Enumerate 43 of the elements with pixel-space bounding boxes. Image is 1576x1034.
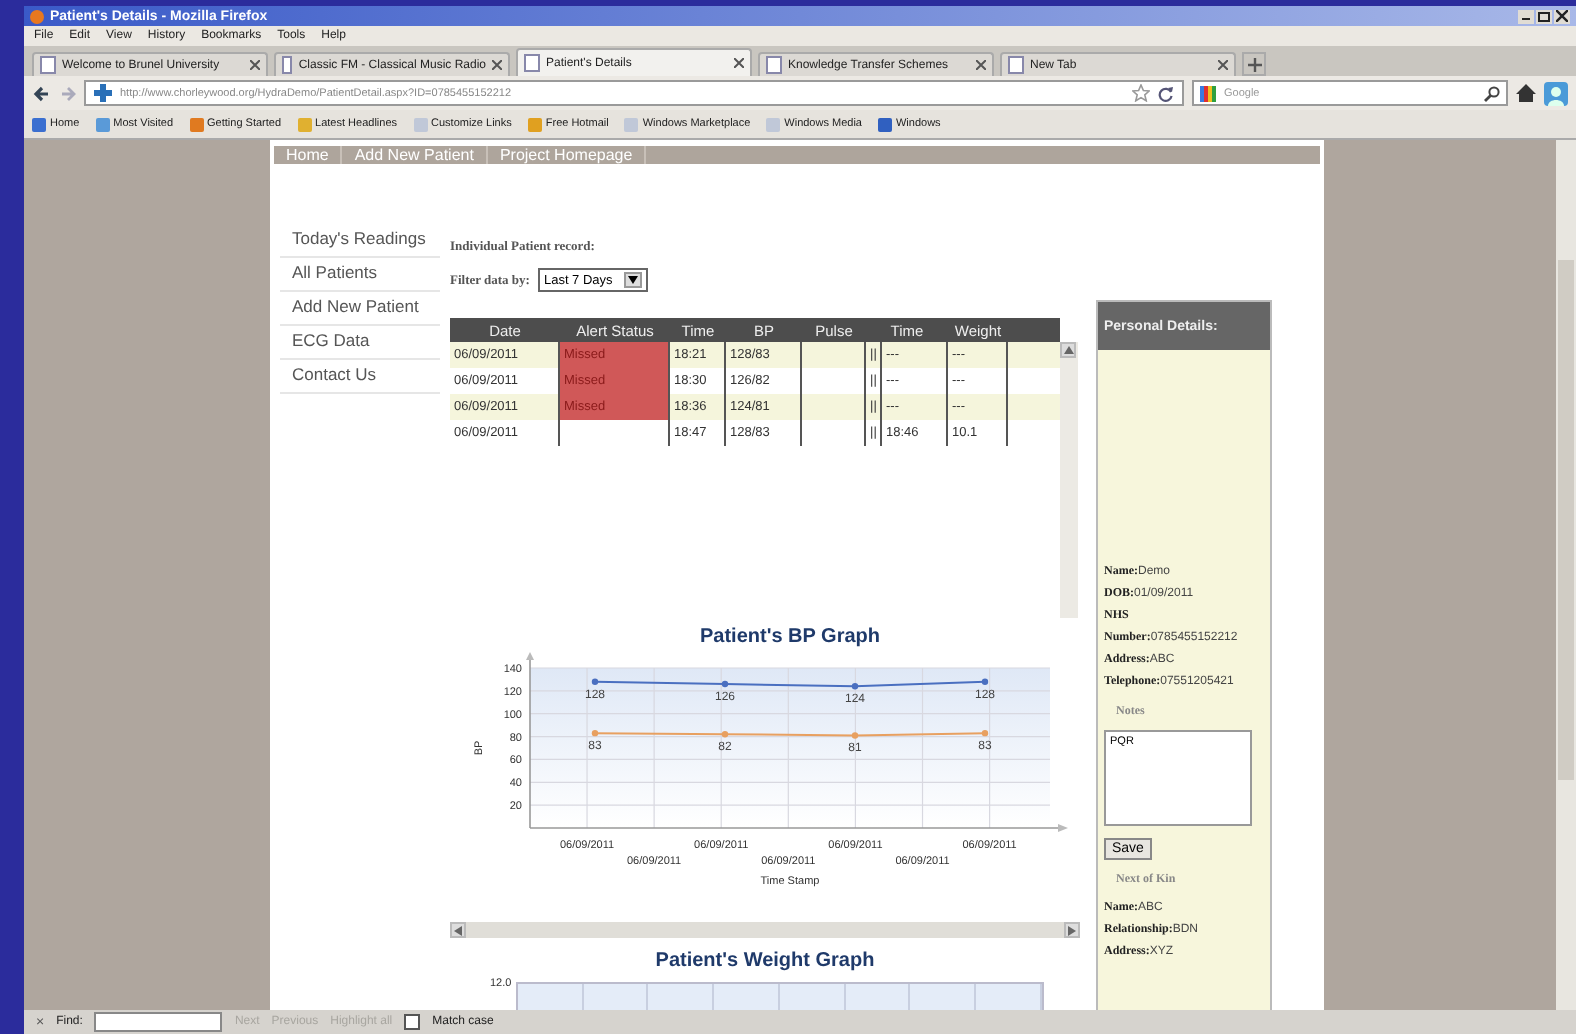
sidebar-item[interactable]: Contact Us bbox=[280, 360, 440, 394]
page-icon bbox=[524, 54, 540, 72]
reload-icon[interactable] bbox=[1158, 85, 1174, 101]
close-icon[interactable] bbox=[1554, 9, 1570, 23]
chart-title: Patient's BP Graph bbox=[700, 626, 880, 648]
close-icon[interactable] bbox=[976, 60, 986, 70]
chart-title: Patient's Weight Graph bbox=[653, 950, 877, 972]
maximize-icon[interactable] bbox=[1536, 9, 1552, 23]
sidebar-item[interactable]: Today's Readings bbox=[280, 224, 440, 258]
find-field[interactable] bbox=[94, 1012, 223, 1032]
scroll-right-button[interactable] bbox=[1064, 922, 1080, 938]
page-icon bbox=[766, 56, 782, 74]
star-icon[interactable] bbox=[1132, 84, 1150, 102]
close-icon[interactable] bbox=[250, 60, 260, 70]
scroll-up-button[interactable] bbox=[1060, 342, 1076, 358]
close-icon[interactable] bbox=[734, 58, 744, 68]
page-icon bbox=[40, 56, 56, 74]
sidebar-item[interactable]: Add New Patient bbox=[280, 292, 440, 326]
data-point bbox=[981, 729, 989, 737]
home-icon[interactable] bbox=[1516, 84, 1536, 102]
data-point bbox=[591, 678, 599, 685]
scroll-left-button[interactable] bbox=[450, 922, 466, 938]
back-icon[interactable] bbox=[32, 83, 52, 103]
close-icon[interactable] bbox=[1218, 60, 1228, 70]
close-icon[interactable] bbox=[492, 60, 502, 70]
sidebar-item[interactable]: All Patients bbox=[280, 258, 440, 292]
user-icon[interactable] bbox=[1544, 81, 1568, 105]
minimize-icon[interactable] bbox=[1518, 9, 1534, 23]
page-icon bbox=[1008, 56, 1024, 74]
data-point bbox=[851, 732, 859, 739]
data-point bbox=[851, 683, 859, 690]
caret-icon bbox=[628, 276, 639, 284]
data-point bbox=[591, 729, 599, 737]
search-icon[interactable] bbox=[1484, 85, 1500, 101]
new-tab-icon[interactable] bbox=[1242, 52, 1266, 76]
page-icon bbox=[282, 56, 293, 74]
data-point bbox=[981, 678, 989, 685]
data-point bbox=[721, 731, 729, 738]
data-point bbox=[721, 680, 729, 688]
sidebar-item[interactable]: ECG Data bbox=[280, 326, 440, 360]
cross-icon bbox=[94, 84, 112, 102]
browser-logo-icon bbox=[30, 9, 44, 23]
search-engine-icon bbox=[1200, 85, 1216, 101]
